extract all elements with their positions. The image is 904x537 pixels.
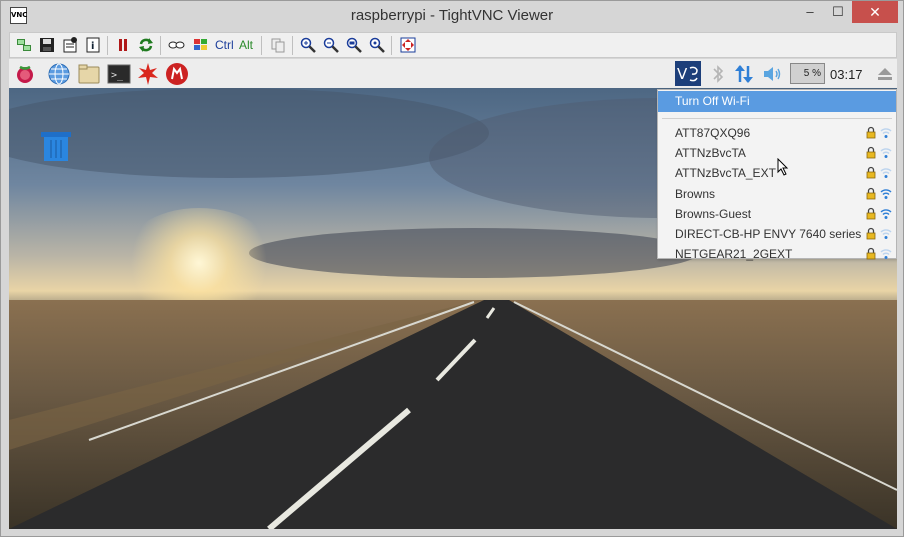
- mathematica-icon[interactable]: [136, 62, 160, 86]
- volume-icon[interactable]: [760, 62, 784, 86]
- cpu-usage-monitor[interactable]: 5 %: [790, 63, 825, 84]
- toolbar-separator: [107, 36, 108, 55]
- road: [9, 300, 897, 529]
- web-browser-icon[interactable]: [47, 62, 71, 86]
- close-button[interactable]: ✕: [852, 1, 898, 23]
- lock-icon: [866, 187, 876, 199]
- eject-icon[interactable]: [873, 62, 897, 86]
- vnc-server-icon[interactable]: V: [675, 61, 701, 86]
- wolfram-icon[interactable]: [165, 62, 189, 86]
- ctrl-key-toggle[interactable]: Ctrl: [215, 38, 234, 52]
- trash-icon[interactable]: [39, 129, 73, 168]
- lock-icon: [866, 126, 876, 139]
- wifi-signal-icon: [880, 249, 892, 260]
- wifi-signal-icon: [880, 188, 892, 199]
- wifi-network-ssid: ATTNzBvcTA_EXT: [675, 166, 776, 181]
- pause-icon[interactable]: [114, 36, 132, 54]
- transfer-files-icon[interactable]: [269, 36, 287, 54]
- new-connection-icon[interactable]: [15, 36, 33, 54]
- window-title: raspberrypi - TightVNC Viewer: [350, 7, 554, 24]
- maximize-button[interactable]: ☐: [824, 1, 852, 23]
- terminal-icon[interactable]: >_: [107, 62, 131, 86]
- bluetooth-icon[interactable]: [706, 62, 730, 86]
- toolbar-separator: [292, 36, 293, 55]
- file-manager-icon[interactable]: [77, 62, 101, 86]
- mouse-cursor-icon: [777, 158, 789, 176]
- clock[interactable]: 03:17: [830, 67, 863, 82]
- vnc-viewer-window: VNC raspberrypi - TightVNC Viewer – ☐ ✕ …: [0, 0, 904, 537]
- svg-text:>_: >_: [111, 70, 124, 81]
- remote-desktop-view[interactable]: >_ V 5 % 03:17 Turn Off Wi-Fi ATT87QXQ96…: [9, 59, 897, 529]
- network-icon[interactable]: [732, 62, 756, 86]
- zoom-out-icon[interactable]: [322, 36, 340, 54]
- turn-off-wifi-item[interactable]: Turn Off Wi-Fi: [658, 91, 896, 112]
- wifi-signal-icon: [880, 168, 892, 179]
- wifi-network-ssid: Browns: [675, 186, 716, 201]
- lock-icon: [866, 147, 876, 159]
- menu-separator: [662, 118, 892, 119]
- toolbar-separator: [391, 36, 392, 55]
- wifi-network-item[interactable]: ATT87QXQ96: [658, 123, 896, 143]
- cloud: [9, 88, 489, 178]
- wifi-network-item[interactable]: Browns-Guest: [658, 204, 896, 224]
- refresh-icon[interactable]: [137, 36, 155, 54]
- options-icon[interactable]: [61, 36, 79, 54]
- wifi-signal-icon: [880, 128, 892, 138]
- wifi-network-ssid: NETGEAR21_2GEXT: [675, 247, 793, 262]
- ctrl-esc-icon[interactable]: [192, 36, 210, 54]
- full-screen-icon[interactable]: [399, 36, 417, 54]
- vnc-toolbar: i Ctrl Alt: [9, 32, 897, 58]
- save-icon[interactable]: [38, 36, 56, 54]
- wifi-signal-icon: [880, 209, 892, 219]
- lock-icon: [866, 227, 876, 240]
- wifi-network-ssid: ATT87QXQ96: [675, 126, 751, 140]
- wifi-network-ssid: DIRECT-CB-HP ENVY 7640 series: [675, 227, 862, 241]
- toolbar-separator: [261, 36, 262, 55]
- zoom-in-icon[interactable]: [299, 36, 317, 54]
- svg-text:i: i: [91, 41, 94, 52]
- minimize-button[interactable]: –: [796, 1, 824, 23]
- svg-text:V: V: [677, 65, 688, 83]
- title-bar[interactable]: VNC raspberrypi - TightVNC Viewer – ☐ ✕: [1, 1, 903, 31]
- wifi-network-item[interactable]: Browns: [658, 184, 896, 204]
- wifi-network-item[interactable]: DIRECT-CB-HP ENVY 7640 series: [658, 224, 896, 244]
- raspberry-menu-icon[interactable]: [13, 62, 37, 86]
- cloud: [249, 228, 699, 278]
- turn-off-wifi-label: Turn Off Wi-Fi: [675, 94, 750, 108]
- wifi-signal-icon: [880, 148, 892, 159]
- connection-info-icon[interactable]: i: [84, 36, 102, 54]
- wifi-signal-icon: [880, 229, 892, 239]
- ctrl-alt-del-icon[interactable]: [168, 36, 186, 54]
- wifi-network-item[interactable]: NETGEAR21_2GEXT: [658, 244, 896, 264]
- lx-panel: >_ V 5 % 03:17: [9, 59, 897, 88]
- lock-icon: [866, 167, 876, 179]
- zoom-100-icon[interactable]: [345, 36, 363, 54]
- alt-key-toggle[interactable]: Alt: [239, 38, 253, 52]
- lock-icon: [866, 248, 876, 260]
- lock-icon: [866, 207, 876, 220]
- toolbar-separator: [160, 36, 161, 55]
- zoom-fit-icon[interactable]: [368, 36, 386, 54]
- wifi-network-ssid: Browns-Guest: [675, 206, 752, 221]
- wifi-network-ssid: ATTNzBvcTA: [675, 146, 746, 161]
